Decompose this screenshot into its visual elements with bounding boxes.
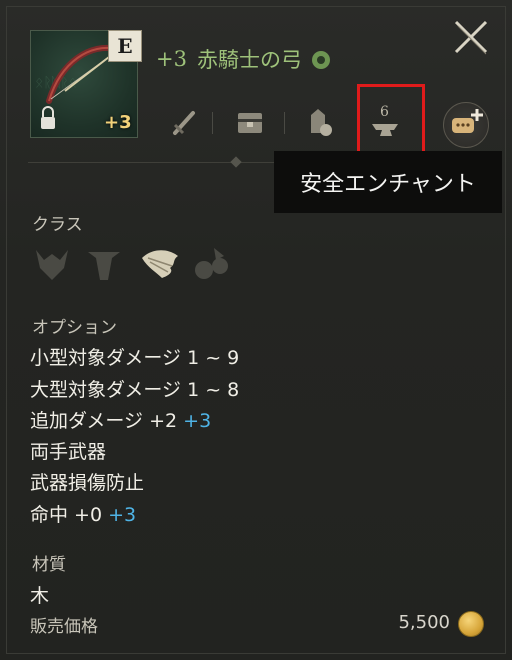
bind-status-icon xyxy=(311,51,330,69)
chest-icon xyxy=(238,113,262,133)
option-text: 小型対象ダメージ 1 ~ 9 xyxy=(30,347,240,369)
bag-icon xyxy=(311,109,332,136)
option-text: 両手武器 xyxy=(30,441,107,463)
item-title: +3 赤騎士の弓 xyxy=(156,44,330,74)
option-line: 命中 +0 +3 xyxy=(30,500,136,527)
grade-badge: E xyxy=(108,30,142,62)
tooltip-popup: 安全エンチャント xyxy=(274,151,502,213)
option-text: 追加ダメージ +2 xyxy=(30,410,178,432)
material-value: 木 xyxy=(30,585,50,607)
divider-ornament xyxy=(230,156,242,168)
option-line: 武器損傷防止 xyxy=(30,468,144,495)
toolbar-divider xyxy=(212,112,213,134)
option-line: 小型対象ダメージ 1 ~ 9 xyxy=(30,343,239,370)
highlight-box xyxy=(357,84,425,154)
option-text: 武器損傷防止 xyxy=(30,472,145,494)
price-value: 5,500 xyxy=(398,612,450,633)
material-section-label: 材質 xyxy=(32,555,66,575)
sword-icon xyxy=(173,111,195,135)
option-bonus: +3 xyxy=(108,504,137,526)
option-text: 大型対象ダメージ 1 ~ 8 xyxy=(30,379,240,401)
toolbar-divider xyxy=(284,112,285,134)
horned-helm-icon xyxy=(36,250,68,280)
option-line: 両手武器 xyxy=(30,437,106,464)
sell-button[interactable] xyxy=(296,100,340,144)
enchant-level-badge: +3 xyxy=(104,112,132,133)
class-icon-list xyxy=(30,242,250,286)
option-section-label: オプション xyxy=(32,318,117,338)
option-line: 大型対象ダメージ 1 ~ 8 xyxy=(30,375,239,402)
option-line: 追加ダメージ +2 +3 xyxy=(30,406,211,433)
figure-icon xyxy=(88,252,120,280)
chat-plus-icon xyxy=(452,109,483,133)
close-icon xyxy=(454,20,488,55)
equip-button[interactable] xyxy=(162,100,206,144)
link-chat-button[interactable] xyxy=(443,102,489,148)
option-text: 命中 +0 xyxy=(30,504,103,526)
item-tooltip-panel: ᛟᚱᛞᚱᛟ E +3 +3 赤騎士の弓 6 安全エンチャント クラス オプション… xyxy=(0,0,512,660)
class-icon-mage xyxy=(190,242,234,286)
option-bonus: +3 xyxy=(183,410,212,432)
class-section-label: クラス xyxy=(32,215,83,235)
class-icon-knight xyxy=(30,242,74,286)
title-enchant-level: +3 xyxy=(156,47,187,71)
orb-icon xyxy=(195,248,228,279)
coin-icon xyxy=(458,611,484,637)
wing-icon xyxy=(142,250,178,278)
storage-button[interactable] xyxy=(228,100,272,144)
class-icon-warrior xyxy=(82,242,126,286)
lock-icon xyxy=(41,106,55,129)
item-name: 赤騎士の弓 xyxy=(196,48,302,72)
close-button[interactable] xyxy=(450,16,492,58)
class-icon-elf xyxy=(138,242,182,286)
